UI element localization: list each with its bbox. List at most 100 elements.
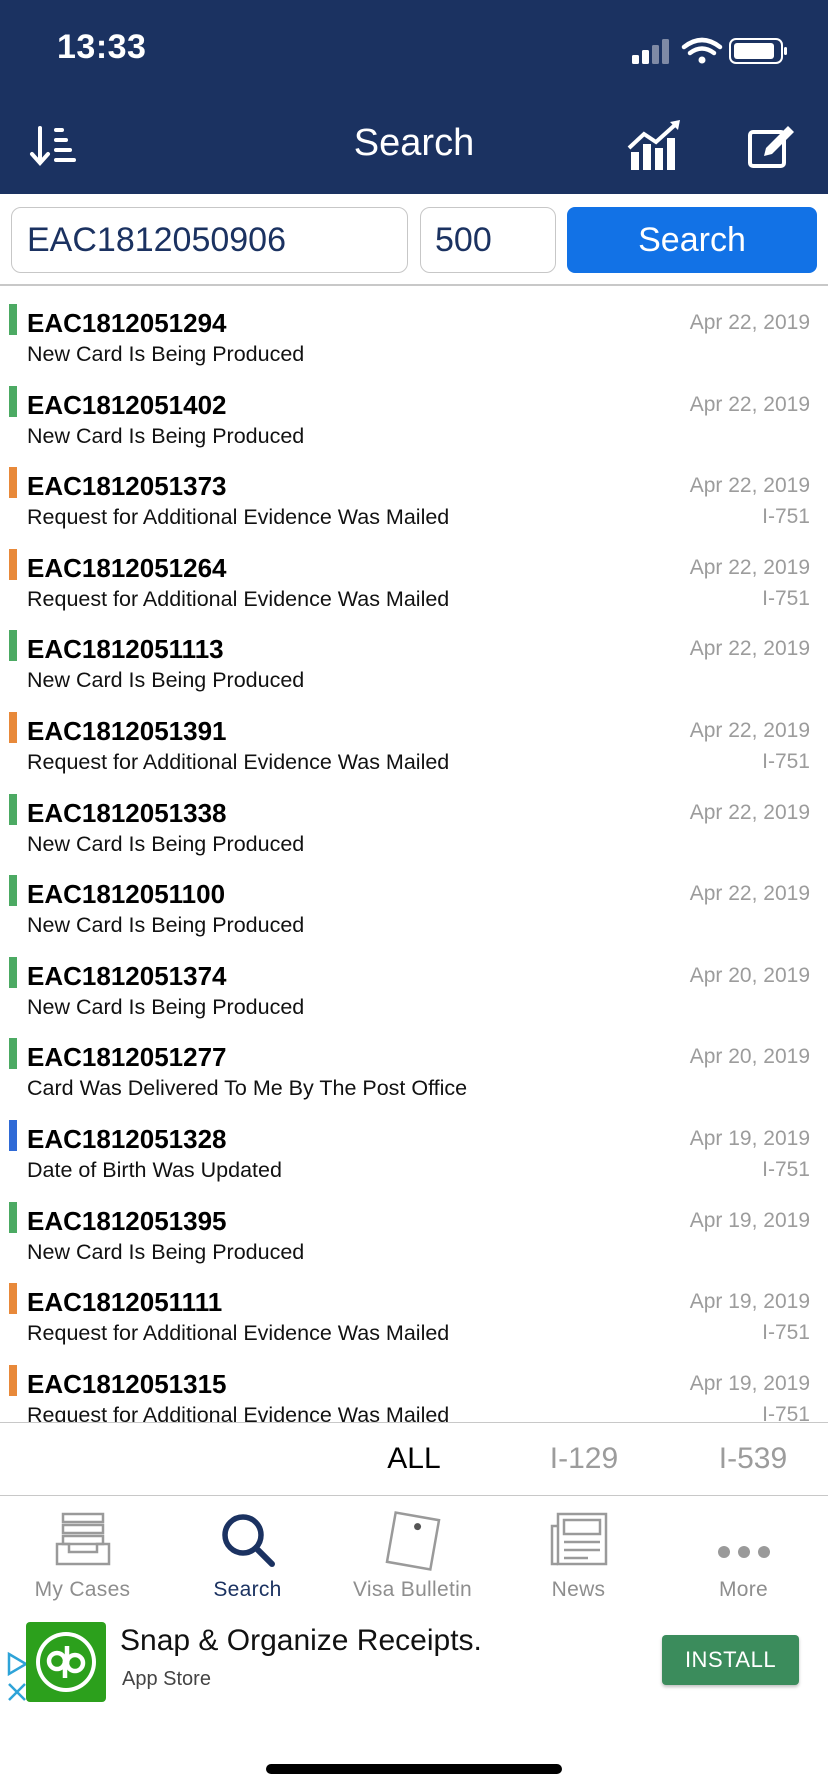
case-receipt-number: EAC1812051111 [27,1287,223,1318]
quickbooks-logo-icon [26,1622,106,1702]
case-receipt-number: EAC1812051294 [27,308,227,338]
case-receipt-number: EAC1812051391 [27,715,227,746]
status-color-bar [9,304,17,335]
form-filter-bar: ALL I-129 I-539 [0,1422,828,1496]
case-form-type: I-751 [762,1321,810,1345]
statistics-chart-icon[interactable] [626,118,686,174]
filter-i-129[interactable]: I-129 [524,1442,644,1476]
magnifier-icon [221,1514,275,1567]
case-date: Apr 19, 2019 [689,1126,810,1150]
case-date: Apr 22, 2019 [689,637,810,661]
case-date: Apr 22, 2019 [689,800,810,824]
case-form-type: I-751 [762,749,810,773]
case-date: Apr 19, 2019 [689,1371,810,1395]
more-dots-icon [717,1546,770,1558]
tab-visa-bulletin[interactable]: Visa Bulletin [330,1496,495,1604]
case-date: Apr 20, 2019 [689,963,810,987]
case-date: Apr 22, 2019 [689,882,810,906]
case-row[interactable]: EAC1812051391 Request for Additional Evid… [0,694,828,776]
case-receipt-number: EAC1812051373 [27,471,227,502]
status-color-bar [9,1201,17,1233]
ad-title: Snap & Organize Receipts. [120,1624,482,1657]
status-color-bar [9,711,17,743]
page-title: Search [353,122,475,164]
filter-i-539[interactable]: I-539 [693,1442,813,1476]
case-row[interactable]: EAC1812051113 New Card Is Being Produced A… [0,612,828,694]
tab-label: Visa Bulletin [352,1578,473,1601]
case-receipt-number: EAC1812051277 [27,1042,227,1073]
case-status-text: New Card Is Being Produced [27,342,305,366]
case-receipt-number: EAC1812051113 [27,634,224,665]
tab-more[interactable]: More [661,1496,826,1604]
case-date: Apr 19, 2019 [689,1208,810,1232]
status-time: 13:33 [57,28,147,66]
case-row[interactable]: EAC1812051373 Request for Additional Evid… [0,449,828,531]
case-form-type: I-751 [762,1402,810,1422]
case-date: Apr 22, 2019 [689,474,810,498]
case-date: Apr 22, 2019 [689,392,810,416]
install-button[interactable]: INSTALL [662,1635,799,1685]
case-row[interactable]: EAC1812051374 New Card Is Being Produced A… [0,939,828,1021]
case-row[interactable]: EAC1812051328 Date of Birth Was Updated Ap… [0,1102,828,1184]
status-color-bar [9,1038,17,1070]
status-color-bar [9,793,17,825]
case-row[interactable]: EAC1812051395 New Card Is Being Produced A… [0,1184,828,1266]
home-indicator [266,1764,562,1774]
status-color-bar [9,1283,17,1315]
filter-all[interactable]: ALL [354,1442,474,1476]
inbox-tray-icon [55,1512,110,1566]
case-row[interactable]: EAC1812051402 New Card Is Being Produced A… [0,368,828,450]
case-status-text: New Card Is Being Produced [27,668,305,693]
status-color-bar [9,385,17,417]
ad-banner[interactable]: Snap & Organize Receipts. App Store INST… [0,1604,828,1704]
tab-label: My Cases [34,1578,131,1601]
case-date: Apr 22, 2019 [689,718,810,742]
search-row: Search [0,194,828,286]
case-form-type: I-751 [762,1157,810,1181]
case-status-text: Request for Additional Evidence Was Mail… [27,1402,450,1422]
case-date: Apr 19, 2019 [689,1290,810,1314]
tab-label: More [718,1578,769,1601]
cellular-signal-icon [632,39,669,64]
status-color-bar [9,875,17,907]
case-receipt-number: EAC1812051395 [27,1205,227,1236]
bulletin-note-icon [385,1511,440,1571]
case-receipt-number: EAC1812051328 [27,1123,227,1154]
case-row[interactable]: EAC1812051264 Request for Additional Evid… [0,531,828,613]
tab-my-cases[interactable]: My Cases [0,1496,165,1604]
status-color-bar [9,548,17,580]
edit-icon[interactable] [742,118,802,174]
tab-news[interactable]: News [496,1496,661,1604]
case-status-text: New Card Is Being Produced [27,423,305,448]
case-row[interactable]: EAC1812051100 New Card Is Being Produced A… [0,857,828,939]
status-icons [632,37,787,64]
case-receipt-number: EAC1812051374 [27,960,227,991]
tab-bar: My Cases Search Visa Bulletin News More [0,1496,828,1604]
case-status-text: Request for Additional Evidence Was Mail… [27,749,450,774]
case-form-type: I-751 [762,505,810,529]
tab-label: News [551,1578,606,1601]
case-row[interactable]: EAC1812051277 Card Was Delivered To Me By… [0,1020,828,1102]
tab-label: Search [213,1578,282,1601]
case-status-text: Request for Additional Evidence Was Mail… [27,586,450,611]
battery-icon [729,38,787,64]
wifi-icon [681,37,723,64]
status-color-bar [9,467,17,499]
case-row[interactable]: EAC1812051294 New Card Is Being Produced A… [0,286,828,368]
case-form-type: I-751 [762,586,810,610]
case-receipt-number: EAC1812051338 [27,797,227,828]
case-row[interactable]: EAC1812051315 Request for Additional Evid… [0,1347,828,1422]
case-status-text: Request for Additional Evidence Was Mail… [27,1321,450,1346]
status-color-bar [9,1119,17,1151]
case-list[interactable]: EAC1812051294 New Card Is Being Produced A… [0,286,828,1422]
receipt-number-input[interactable] [11,207,408,273]
result-limit-input[interactable] [420,207,556,273]
case-row[interactable]: EAC1812051338 New Card Is Being Produced A… [0,776,828,858]
case-date: Apr 22, 2019 [689,555,810,579]
case-row[interactable]: EAC1812051111 Request for Additional Evid… [0,1265,828,1347]
case-status-text: New Card Is Being Produced [27,913,305,938]
tab-search[interactable]: Search [165,1496,330,1604]
search-button[interactable]: Search [567,207,817,273]
newspaper-icon [550,1512,607,1566]
case-status-text: Request for Additional Evidence Was Mail… [27,505,450,530]
